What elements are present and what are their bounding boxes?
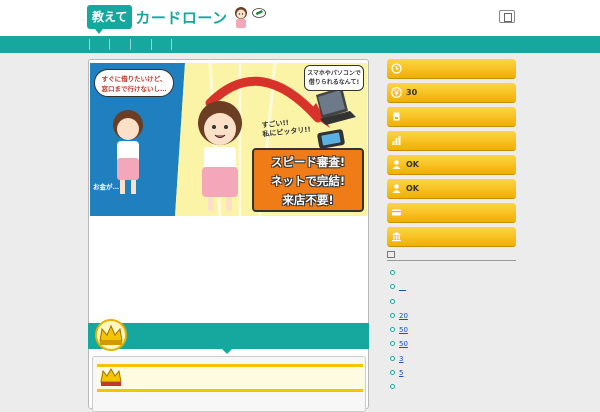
category-link[interactable]: 5	[399, 369, 403, 377]
promo-line: 来店不要!	[282, 193, 334, 207]
category-item[interactable]: 3	[390, 353, 403, 364]
nav-separator	[109, 39, 110, 50]
category-link[interactable]: 20	[399, 312, 408, 320]
sidebar-button-4[interactable]	[387, 131, 516, 150]
bubble-line: すぐに借りたいけど、	[101, 75, 167, 83]
site-logo[interactable]: 教えて カードローン	[87, 5, 266, 34]
person-icon	[390, 183, 402, 195]
folder-icon	[387, 251, 395, 258]
person-icon	[390, 159, 402, 171]
feed-icon[interactable]	[499, 10, 515, 23]
bullet-icon	[390, 341, 395, 346]
category-item[interactable]	[390, 296, 399, 307]
promo-box: スピード審査! ネットで完結! 来店不要!	[252, 148, 364, 212]
bullet-icon	[390, 327, 395, 332]
promo-line: ネットで完結!	[270, 174, 346, 188]
bubble-line: 借りられるなんて!	[308, 79, 360, 86]
sidebar-button-label: OK	[406, 184, 419, 193]
bank-icon	[390, 231, 402, 243]
category-item[interactable]: 20	[390, 310, 408, 321]
speech-bubble-left: すぐに借りたいけど、 窓口まで行けないし…	[94, 69, 174, 97]
yen-icon	[390, 87, 402, 99]
category-item[interactable]: 50	[390, 338, 408, 349]
category-item[interactable]	[390, 267, 399, 278]
ranking-item-bar[interactable]	[97, 364, 363, 392]
sidebar-button-6[interactable]: OK	[387, 179, 516, 198]
category-heading	[387, 250, 516, 261]
category-item[interactable]: 5	[390, 367, 403, 378]
bubble-line: スマホやパソコンで	[307, 70, 361, 77]
nav-separator	[89, 39, 90, 50]
sidebar-button-label: OK	[406, 160, 419, 169]
speech-bubble-right: スマホやパソコンで 借りられるなんて!	[304, 65, 364, 91]
logo-title: カードローン	[135, 8, 228, 27]
sidebar-button-1[interactable]	[387, 59, 516, 78]
document-icon	[390, 111, 402, 123]
logo-badge: 教えて	[87, 5, 133, 34]
mutter-text: お金が…	[93, 183, 119, 191]
hero-banner[interactable]: すぐに借りたいけど、 窓口まで行けないし… スマホやパソコンで 借りられるなんて…	[90, 63, 367, 216]
category-link[interactable]: 50	[399, 326, 408, 334]
sidebar-button-8[interactable]	[387, 227, 516, 246]
sidebar-button-2[interactable]: 30	[387, 83, 516, 102]
ranking-card	[92, 356, 366, 412]
main-content: すぐに借りたいけど、 窓口まで行けないし… スマホやパソコンで 借りられるなんて…	[88, 59, 369, 412]
pen-icon	[251, 8, 266, 18]
bullet-icon	[390, 370, 395, 375]
nav-separator	[130, 39, 131, 50]
bullet-icon	[390, 284, 395, 289]
happy-girl	[198, 101, 242, 211]
mascot-icon	[234, 7, 247, 28]
clock-icon	[390, 63, 402, 75]
bullet-icon	[390, 270, 395, 275]
bubble-line: 窓口まで行けないし…	[101, 85, 167, 93]
bullet-icon	[390, 299, 395, 304]
chart-icon	[390, 135, 402, 147]
category-link[interactable]: 50	[399, 340, 408, 348]
category-link[interactable]: 3	[399, 355, 403, 363]
sidebar-button-label: 30	[406, 88, 418, 97]
nav-separator	[171, 39, 172, 50]
category-item[interactable]: __	[390, 281, 406, 292]
nav-separator	[151, 39, 152, 50]
promo-line: スピード審査!	[270, 155, 346, 169]
crown-icon	[95, 319, 127, 351]
card-icon	[390, 207, 402, 219]
site-header: 教えて カードローン	[0, 0, 600, 36]
category-item[interactable]: 50	[390, 324, 408, 335]
crown-icon	[100, 367, 122, 386]
sidebar-button-5[interactable]: OK	[387, 155, 516, 174]
bullet-icon	[390, 384, 395, 389]
category-link[interactable]: __	[399, 283, 406, 291]
category-item[interactable]	[390, 381, 395, 392]
ranking-heading-bar	[88, 323, 369, 354]
sidebar-button-7[interactable]	[387, 203, 516, 222]
bullet-icon	[390, 313, 395, 318]
bullet-icon	[390, 356, 395, 361]
global-nav	[0, 36, 600, 53]
sidebar-button-3[interactable]	[387, 107, 516, 126]
